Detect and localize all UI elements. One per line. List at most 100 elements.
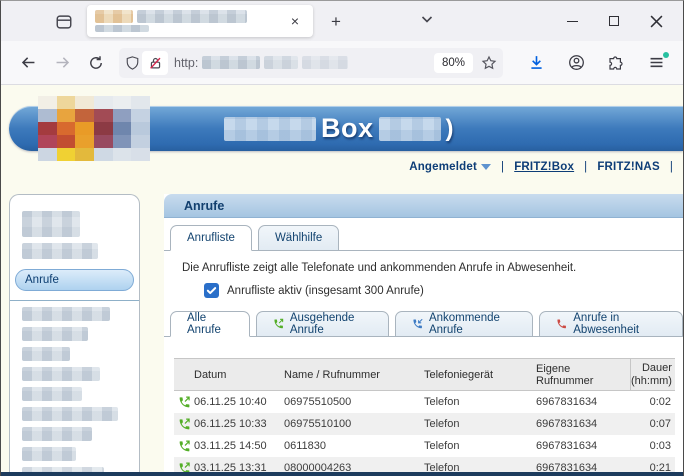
filter-tab-anrufe-in-abwesenheit[interactable]: Anrufe in Abwesenheit <box>539 311 683 337</box>
filter-tab-ausgehende-anrufe[interactable]: Ausgehende Anrufe <box>256 311 389 337</box>
browser-tab[interactable]: × <box>87 5 313 37</box>
list-tabs-chevron-icon[interactable] <box>419 11 435 27</box>
downloads-button[interactable] <box>521 49 551 77</box>
brand-suffix: ) <box>446 115 455 143</box>
main-tabbar: Anrufliste Wählhilfe <box>164 225 683 251</box>
filter-tab-ankommende-anrufe[interactable]: Ankommende Anrufe <box>395 311 533 337</box>
redacted-sidebar-item[interactable] <box>22 347 70 361</box>
new-tab-button[interactable]: + <box>323 9 349 35</box>
redacted-url <box>202 56 434 69</box>
session-nav: Angemeldet | FRITZ!Box | FRITZ!NAS | <box>409 161 673 173</box>
sidebar-item-anrufe[interactable]: Anrufe <box>15 269 134 291</box>
redacted-sidebar-item[interactable] <box>22 447 76 461</box>
checkbox-checked-icon[interactable] <box>204 283 219 298</box>
forward-icon <box>54 54 71 71</box>
cell-datum: 06.11.25 10:33 <box>194 418 284 430</box>
filter-tab-label: Alle Anrufe <box>187 312 233 336</box>
url-scheme: http: <box>174 56 198 70</box>
account-icon <box>568 54 585 71</box>
redacted-sidebar-item[interactable] <box>22 427 92 441</box>
back-button[interactable] <box>13 49 43 77</box>
cell-dauer: 0:03 <box>630 440 675 452</box>
maximize-icon <box>609 16 619 26</box>
cell-dauer: 0:07 <box>630 418 675 430</box>
tab-anrufliste[interactable]: Anrufliste <box>170 225 252 251</box>
filter-tab-label: Anrufe in Abwesenheit <box>573 312 666 336</box>
cell-geraet: Telefon <box>424 396 536 408</box>
cell-geraet: Telefon <box>424 418 536 430</box>
fritzbox-page: Box ) Angemeldet | FRITZ!Box | FRITZ!NAS… <box>1 85 683 476</box>
cell-name: 06975510100 <box>284 418 424 430</box>
forward-button[interactable] <box>47 49 77 77</box>
cell-name: 0611830 <box>284 440 424 452</box>
redacted-sidebar-item[interactable] <box>22 387 82 401</box>
url-bar[interactable]: http: 80% <box>119 48 503 78</box>
nav-separator: | <box>584 161 587 173</box>
cell-eigene: 6967831634 <box>536 440 630 452</box>
puzzle-icon <box>608 55 624 71</box>
table-header-row: DatumName / RufnummerTelefoniegerätEigen… <box>174 358 675 391</box>
cell-dauer: 0:02 <box>630 396 675 408</box>
minimize-icon <box>567 21 578 22</box>
cell-eigene: 6967831634 <box>536 418 630 430</box>
reload-button[interactable] <box>81 49 111 77</box>
table-row[interactable]: 06.11.25 10:3306975510100Telefon69678316… <box>174 413 675 435</box>
nav-link-fritzbox[interactable]: FRITZ!Box <box>514 161 574 173</box>
nav-link-fritznas[interactable]: FRITZ!NAS <box>597 161 659 173</box>
filter-tab-label: Ankommende Anrufe <box>429 312 516 336</box>
logged-in-menu[interactable]: Angemeldet <box>409 161 491 173</box>
filter-tab-label: Ausgehende Anrufe <box>290 312 372 336</box>
redacted-brand-model <box>379 117 441 141</box>
main-content: Anrufe Anrufliste Wählhilfe Die Anruflis… <box>164 194 683 476</box>
tab-waehlhilfe[interactable]: Wählhilfe <box>258 225 339 251</box>
browser-window: × + <box>0 0 684 476</box>
hamburger-menu-icon <box>648 54 665 71</box>
window-minimize-button[interactable] <box>551 1 593 41</box>
redacted-sidebar-item[interactable] <box>22 243 98 259</box>
nav-separator: | <box>501 161 504 173</box>
page-title: Anrufe <box>164 194 683 218</box>
redacted-sidebar-item[interactable] <box>22 367 100 381</box>
window-maximize-button[interactable] <box>593 1 635 41</box>
redacted-logo <box>38 96 150 161</box>
tab-close-icon[interactable]: × <box>285 11 305 31</box>
menu-button[interactable] <box>641 49 671 77</box>
redacted-sidebar-item[interactable] <box>22 327 88 341</box>
cell-datum: 06.11.25 10:40 <box>194 396 284 408</box>
brand-text: Box <box>321 113 374 144</box>
outgoing-call-icon <box>174 396 194 409</box>
lock-insecure-icon <box>149 56 162 70</box>
extensions-button[interactable] <box>601 49 631 77</box>
cell-name: 06975510500 <box>284 396 424 408</box>
account-button[interactable] <box>561 49 591 77</box>
redacted-sidebar-item[interactable] <box>22 211 80 237</box>
column-name-rufnummer: Name / Rufnummer <box>284 366 424 384</box>
table-row[interactable]: 03.11.25 14:500611830Telefon69678316340:… <box>174 435 675 457</box>
window-close-button[interactable] <box>635 1 677 41</box>
column-eigene-rufnummer: Eigene Rufnummer <box>536 360 630 390</box>
insecure-lock-chip[interactable] <box>142 51 168 75</box>
checkbox-label: Anrufliste aktiv (insgesamt 300 Anrufe) <box>227 285 424 297</box>
shield-icon[interactable] <box>125 55 140 71</box>
redacted-tab-title <box>95 10 285 32</box>
zoom-level-indicator[interactable]: 80% <box>434 53 473 73</box>
back-icon <box>20 54 37 71</box>
filter-tab-alle-anrufe[interactable]: Alle Anrufe <box>170 311 250 337</box>
firefox-view-button[interactable] <box>49 10 79 34</box>
bookmark-star-button[interactable] <box>481 55 497 71</box>
call-filter-tabbar: Alle Anrufe Ausgehende Anrufe Ankommende A… <box>164 311 683 337</box>
nav-separator: | <box>670 161 673 173</box>
sidebar-item-label: Anrufe <box>25 274 59 286</box>
firefox-view-icon <box>55 13 73 31</box>
brand-banner: Box ) <box>9 106 683 151</box>
star-icon <box>481 55 497 71</box>
description-text: Die Anrufliste zeigt alle Telefonate und… <box>182 262 683 274</box>
anrufliste-aktiv-row[interactable]: Anrufliste aktiv (insgesamt 300 Anrufe) <box>204 283 683 298</box>
incoming-call-icon <box>412 317 423 331</box>
column-datum: Datum <box>194 366 284 384</box>
redacted-sidebar-item[interactable] <box>22 307 110 321</box>
outgoing-call-icon <box>178 396 191 409</box>
redacted-sidebar-item[interactable] <box>22 407 118 421</box>
table-row[interactable]: 06.11.25 10:4006975510500Telefon69678316… <box>174 391 675 413</box>
bottom-edge <box>1 472 683 476</box>
